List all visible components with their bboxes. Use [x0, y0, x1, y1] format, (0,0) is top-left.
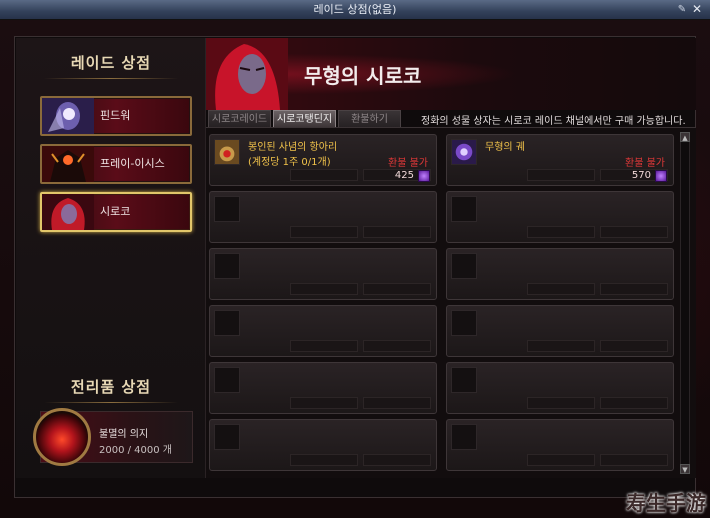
- findwar-thumbnail: [42, 98, 94, 134]
- raid-label-findwar: 핀드워: [100, 109, 131, 122]
- immortal-will-icon: [33, 408, 91, 466]
- jar-item-icon: [214, 139, 240, 165]
- slot-field: [290, 169, 358, 181]
- right-panel: 무형의 시로코 시로코레이드 시로코탱딘지 환불하기 정화의 성물 상자는 시로…: [206, 38, 696, 478]
- item-name: 무형의 궤: [485, 142, 525, 153]
- scroll-down-icon[interactable]: ▼: [680, 464, 690, 474]
- item-price: 425: [394, 170, 414, 181]
- raid-button-prey-isis[interactable]: 프레이-이시스: [40, 144, 192, 184]
- banner-title: 무형의 시로코: [304, 64, 422, 88]
- loot-shop-section: 전리품 상점: [16, 376, 206, 403]
- empty-item-slot: [446, 362, 674, 414]
- tab-label: 환불하기: [351, 114, 388, 125]
- empty-item-slot: [209, 305, 437, 357]
- chest-item-icon: [451, 139, 477, 165]
- left-panel: 레이드 상점 핀드워 프레이-이시스 시로코 전리품 상점 불멸의 의지 200…: [16, 38, 206, 478]
- item-scrollbar[interactable]: ▲ ▼: [680, 132, 690, 474]
- item-price: 570: [631, 170, 651, 181]
- item-refund-status: 환불 불가: [625, 158, 665, 169]
- window-title: 레이드 상점(없음): [313, 3, 397, 16]
- purchase-notice: 정화의 성물 상자는 시로코 레이드 채널에서만 구매 가능합니다.: [421, 116, 686, 127]
- item-name: 봉인된 사념의 항아리: [248, 142, 338, 153]
- watermark: 寿生手游: [626, 491, 706, 515]
- empty-item-slot: [446, 191, 674, 243]
- empty-item-slot: [209, 191, 437, 243]
- item-limit: (계정당 1주 0/1개): [248, 157, 331, 168]
- siroco-thumbnail: [42, 194, 94, 230]
- raid-shop-title: 레이드 상점: [70, 54, 152, 72]
- empty-item-slot: [209, 248, 437, 300]
- shop-item-slot[interactable]: 무형의 궤 환불 불가 570: [446, 134, 674, 186]
- consumable-count: 2000 / 4000 개: [99, 445, 173, 456]
- scroll-up-icon[interactable]: ▲: [680, 132, 690, 142]
- empty-item-slot: [446, 305, 674, 357]
- empty-item-slot: [209, 419, 437, 471]
- loot-shop-title: 전리품 상점: [70, 378, 152, 396]
- tab-label: 시로코탱딘지: [276, 114, 333, 125]
- tab-label: 시로코레이드: [211, 114, 268, 125]
- raid-label-prey-isis: 프레이-이시스: [100, 157, 165, 170]
- pin-icon[interactable]: ✎: [676, 3, 688, 17]
- raid-label-siroco: 시로코: [100, 205, 131, 218]
- close-icon[interactable]: ✕: [690, 2, 704, 17]
- tab-siroco-raid[interactable]: 시로코레이드: [208, 110, 271, 127]
- raid-button-findwar[interactable]: 핀드워: [40, 96, 192, 136]
- raid-shop-section: 레이드 상점: [16, 52, 206, 79]
- item-refund-status: 환불 불가: [388, 158, 428, 169]
- currency-icon: [655, 170, 667, 182]
- raid-banner: 무형의 시로코: [206, 38, 696, 110]
- shop-item-slot[interactable]: 봉인된 사념의 항아리 (계정당 1주 0/1개) 환불 불가 425: [209, 134, 437, 186]
- siroco-portrait: [206, 38, 288, 110]
- item-grid: 봉인된 사념의 항아리 (계정당 1주 0/1개) 환불 불가 425 무형의 …: [206, 127, 696, 478]
- currency-icon: [418, 170, 430, 182]
- empty-item-slot: [446, 419, 674, 471]
- empty-item-slot: [209, 362, 437, 414]
- consumable-card: 불멸의 의지 2000 / 4000 개: [33, 408, 193, 466]
- prey-isis-thumbnail: [42, 146, 94, 182]
- raid-button-siroco[interactable]: 시로코: [40, 192, 192, 232]
- slot-field: [527, 169, 595, 181]
- empty-item-slot: [446, 248, 674, 300]
- tab-siroco-dungeon[interactable]: 시로코탱딘지: [273, 110, 336, 127]
- window-titlebar: 레이드 상점(없음) ✎ ✕: [0, 0, 710, 20]
- consumable-name: 불멸의 의지: [99, 429, 149, 440]
- tab-refund[interactable]: 환불하기: [338, 110, 401, 127]
